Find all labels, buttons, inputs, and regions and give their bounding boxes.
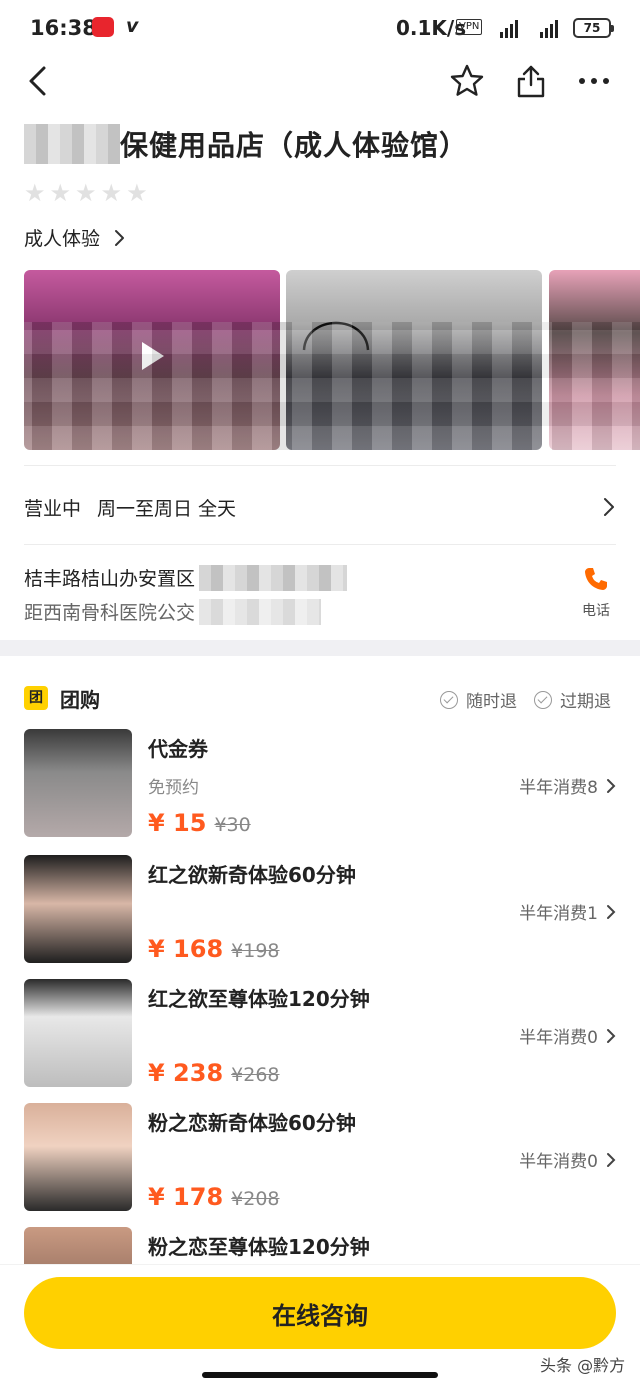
blurred-distance (199, 598, 322, 625)
phone-button[interactable]: 电话 (572, 566, 620, 620)
star-icon: ★ (24, 179, 46, 207)
deal-title: 粉之恋新奇体验60分钟 (148, 1111, 356, 1135)
status-time: 16:38 (30, 16, 97, 40)
deal-item[interactable]: 红之欲新奇体验60分钟 半年消费1 ¥ 168 ¥198 (24, 855, 616, 965)
check-circle-icon (440, 690, 458, 709)
deal-item[interactable]: 粉之恋新奇体验60分钟 半年消费0 ¥ 178 ¥208 (24, 1103, 616, 1213)
sold-label: 半年消费0 (519, 1152, 598, 1172)
share-icon[interactable] (512, 62, 550, 100)
status-bar: 16:38 v 0.1K/s VPN 75 (0, 0, 640, 56)
chevron-right-icon (607, 904, 616, 919)
refund-expired-tag: 过期退 (534, 687, 611, 712)
distance-text: 距西南骨科医院公交 (24, 602, 196, 624)
deal-thumbnail (24, 979, 132, 1087)
refund-anytime-tag: 随时退 (440, 687, 517, 712)
deal-price: ¥ 168 ¥198 (148, 935, 280, 963)
signal-4g-icon (500, 18, 518, 38)
price-current: ¥ 238 (148, 1059, 224, 1087)
category-link[interactable]: 成人体验 (24, 224, 126, 251)
divider (24, 465, 616, 466)
address-line[interactable]: 桔丰路桔山办安置区 (24, 564, 348, 591)
price-current: ¥ 15 (148, 809, 207, 837)
group-buy-icon: 团 (24, 686, 48, 710)
chevron-right-icon (115, 229, 125, 246)
deal-item[interactable]: 红之欲至尊体验120分钟 半年消费0 ¥ 238 ¥268 (24, 979, 616, 1089)
section-gap (0, 640, 640, 656)
star-outline-icon[interactable] (448, 62, 486, 100)
phone-label: 电话 (582, 603, 610, 619)
price-original: ¥30 (214, 814, 251, 836)
deal-price: ¥ 238 ¥268 (148, 1059, 280, 1087)
deal-sold-count: 半年消费0 (519, 1023, 616, 1048)
chevron-right-icon (607, 1152, 616, 1167)
photo-gallery[interactable] (24, 270, 640, 450)
price-original: ¥208 (231, 1188, 280, 1210)
distance-line: 距西南骨科医院公交 (24, 598, 322, 625)
hours-text: 周一至周日 全天 (97, 497, 237, 520)
price-original: ¥268 (231, 1064, 280, 1086)
address-text: 桔丰路桔山办安置区 (24, 568, 196, 590)
mosaic-overlay (24, 322, 640, 450)
deal-item[interactable]: 代金券 免预约 半年消费8 ¥ 15 ¥30 (24, 729, 616, 839)
more-dots-icon[interactable] (574, 62, 614, 100)
watermark: 头条 @黔方 (540, 1356, 626, 1375)
signal-icon (540, 18, 558, 38)
phone-icon (585, 568, 607, 590)
star-icon: ★ (49, 179, 72, 207)
refund-expired-label: 过期退 (560, 692, 611, 712)
online-consult-button[interactable]: 在线咨询 (24, 1277, 616, 1349)
price-current: ¥ 168 (148, 935, 224, 963)
group-buy-title: 团购 (60, 688, 100, 712)
chevron-left-icon[interactable] (24, 64, 54, 98)
deal-thumbnail (24, 1103, 132, 1211)
star-icon: ★ (100, 179, 123, 207)
check-circle-icon (534, 690, 552, 709)
deal-thumbnail (24, 729, 132, 837)
app-notification-icon (92, 17, 114, 37)
star-icon: ★ (126, 179, 148, 207)
home-indicator[interactable] (202, 1372, 438, 1378)
hours-status: 营业中 (24, 497, 82, 520)
vpn-badge: VPN (456, 19, 483, 35)
v-notification-icon: v (126, 15, 139, 37)
deal-price: ¥ 15 ¥30 (148, 809, 251, 837)
chevron-right-icon (607, 778, 616, 793)
blurred-address (199, 564, 348, 591)
deal-sold-count: 半年消费1 (519, 899, 616, 924)
blurred-name-prefix (24, 124, 120, 164)
rating-stars: ★ ★ ★ ★ ★ (24, 181, 148, 205)
price-current: ¥ 178 (148, 1183, 224, 1211)
deal-subtitle: 免预约 (148, 778, 199, 798)
deal-title: 红之欲新奇体验60分钟 (148, 863, 356, 887)
chevron-right-icon (607, 1028, 616, 1043)
deal-title: 粉之恋至尊体验120分钟 (148, 1235, 370, 1259)
group-buy-header: 团 团购 随时退 过期退 (24, 684, 616, 712)
shop-title: 保健用品店（成人体验馆） (24, 124, 468, 164)
sold-label: 半年消费0 (519, 1028, 598, 1048)
deal-title: 代金券 (148, 737, 208, 761)
divider (24, 544, 616, 545)
shop-name: 保健用品店（成人体验馆） (120, 129, 469, 162)
category-label: 成人体验 (24, 228, 101, 250)
sold-label: 半年消费1 (519, 904, 598, 924)
business-hours-row[interactable]: 营业中 周一至周日 全天 (24, 490, 616, 524)
star-icon: ★ (75, 179, 97, 207)
sold-label: 半年消费8 (519, 778, 598, 798)
chevron-right-icon (604, 498, 614, 516)
deal-title: 红之欲至尊体验120分钟 (148, 987, 370, 1011)
nav-bar (0, 56, 640, 108)
refund-anytime-label: 随时退 (466, 692, 517, 712)
deal-sold-count: 半年消费0 (519, 1147, 616, 1172)
deal-sold-count: 半年消费8 (519, 773, 616, 798)
deal-thumbnail (24, 855, 132, 963)
price-original: ¥198 (231, 940, 280, 962)
battery-icon: 75 (573, 18, 614, 38)
deal-price: ¥ 178 ¥208 (148, 1183, 280, 1211)
